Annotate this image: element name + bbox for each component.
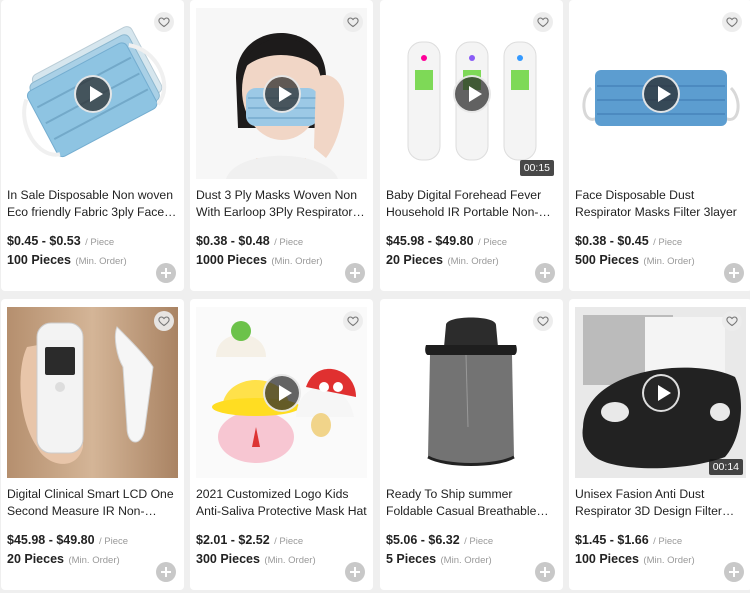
product-card[interactable]: In Sale Disposable Non woven Eco friendl… [1, 0, 184, 291]
product-image[interactable] [575, 8, 746, 179]
heart-icon[interactable] [343, 12, 363, 32]
product-card[interactable]: Digital Clinical Smart LCD One Second Me… [1, 299, 184, 590]
video-duration: 00:14 [708, 459, 743, 475]
product-image[interactable] [7, 8, 178, 179]
add-plus-icon[interactable] [345, 562, 365, 582]
play-video-icon[interactable] [641, 373, 680, 412]
product-card[interactable]: Dust 3 Ply Masks Woven Non With Earloop … [190, 0, 373, 291]
heart-icon[interactable] [343, 311, 363, 331]
heart-icon[interactable] [533, 12, 553, 32]
product-card[interactable]: Ready To Ship summer Foldable Casual Bre… [380, 299, 563, 590]
add-plus-icon[interactable] [156, 263, 176, 283]
product-image[interactable]: 00:15 [386, 8, 557, 179]
min-order: 20 Pieces (Min. Order) [386, 253, 499, 267]
heart-icon[interactable] [533, 311, 553, 331]
min-order: 1000 Pieces (Min. Order) [196, 253, 323, 267]
product-grid: In Sale Disposable Non woven Eco friendl… [0, 0, 750, 593]
add-plus-icon[interactable] [156, 562, 176, 582]
product-card[interactable]: 2021 Customized Logo Kids Anti-Saliva Pr… [190, 299, 373, 590]
product-title[interactable]: Face Disposable Dust Respirator Masks Fi… [575, 187, 747, 221]
min-order: 5 Pieces (Min. Order) [386, 552, 492, 566]
product-image[interactable] [7, 307, 178, 478]
price-range: $0.38 - $0.48 / Piece [196, 234, 304, 248]
price-range: $45.98 - $49.80 / Piece [7, 533, 129, 547]
product-title[interactable]: In Sale Disposable Non woven Eco friendl… [7, 187, 179, 221]
product-image[interactable]: 00:14 [575, 307, 746, 478]
video-duration: 00:15 [519, 160, 554, 176]
play-video-icon[interactable] [262, 74, 301, 113]
price-range: $0.38 - $0.45 / Piece [575, 234, 683, 248]
heart-icon[interactable] [154, 12, 174, 32]
product-title[interactable]: Digital Clinical Smart LCD One Second Me… [7, 486, 179, 520]
product-card[interactable]: Face Disposable Dust Respirator Masks Fi… [569, 0, 750, 291]
add-plus-icon[interactable] [724, 562, 744, 582]
product-image[interactable] [196, 8, 367, 179]
product-title[interactable]: 2021 Customized Logo Kids Anti-Saliva Pr… [196, 486, 368, 520]
add-plus-icon[interactable] [724, 263, 744, 283]
add-plus-icon[interactable] [535, 562, 555, 582]
min-order: 300 Pieces (Min. Order) [196, 552, 316, 566]
play-video-icon[interactable] [73, 74, 112, 113]
price-range: $1.45 - $1.66 / Piece [575, 533, 683, 547]
min-order: 100 Pieces (Min. Order) [7, 253, 127, 267]
heart-icon[interactable] [722, 12, 742, 32]
play-video-icon[interactable] [452, 74, 491, 113]
product-title[interactable]: Unisex Fasion Anti Dust Respirator 3D De… [575, 486, 747, 520]
add-plus-icon[interactable] [345, 263, 365, 283]
play-video-icon[interactable] [641, 74, 680, 113]
price-range: $2.01 - $2.52 / Piece [196, 533, 304, 547]
play-video-icon[interactable] [262, 373, 301, 412]
price-range: $45.98 - $49.80 / Piece [386, 234, 508, 248]
product-image[interactable] [196, 307, 367, 478]
heart-icon[interactable] [154, 311, 174, 331]
product-title[interactable]: Dust 3 Ply Masks Woven Non With Earloop … [196, 187, 368, 221]
price-range: $0.45 - $0.53 / Piece [7, 234, 115, 248]
product-card[interactable]: 00:15 Baby Digital Forehead Fever Househ… [380, 0, 563, 291]
product-image[interactable] [386, 307, 557, 478]
price-range: $5.06 - $6.32 / Piece [386, 533, 494, 547]
product-title[interactable]: Ready To Ship summer Foldable Casual Bre… [386, 486, 558, 520]
min-order: 500 Pieces (Min. Order) [575, 253, 695, 267]
heart-icon[interactable] [722, 311, 742, 331]
add-plus-icon[interactable] [535, 263, 555, 283]
product-title[interactable]: Baby Digital Forehead Fever Household IR… [386, 187, 558, 221]
product-card[interactable]: 00:14 Unisex Fasion Anti Dust Respirator… [569, 299, 750, 590]
min-order: 20 Pieces (Min. Order) [7, 552, 120, 566]
min-order: 100 Pieces (Min. Order) [575, 552, 695, 566]
